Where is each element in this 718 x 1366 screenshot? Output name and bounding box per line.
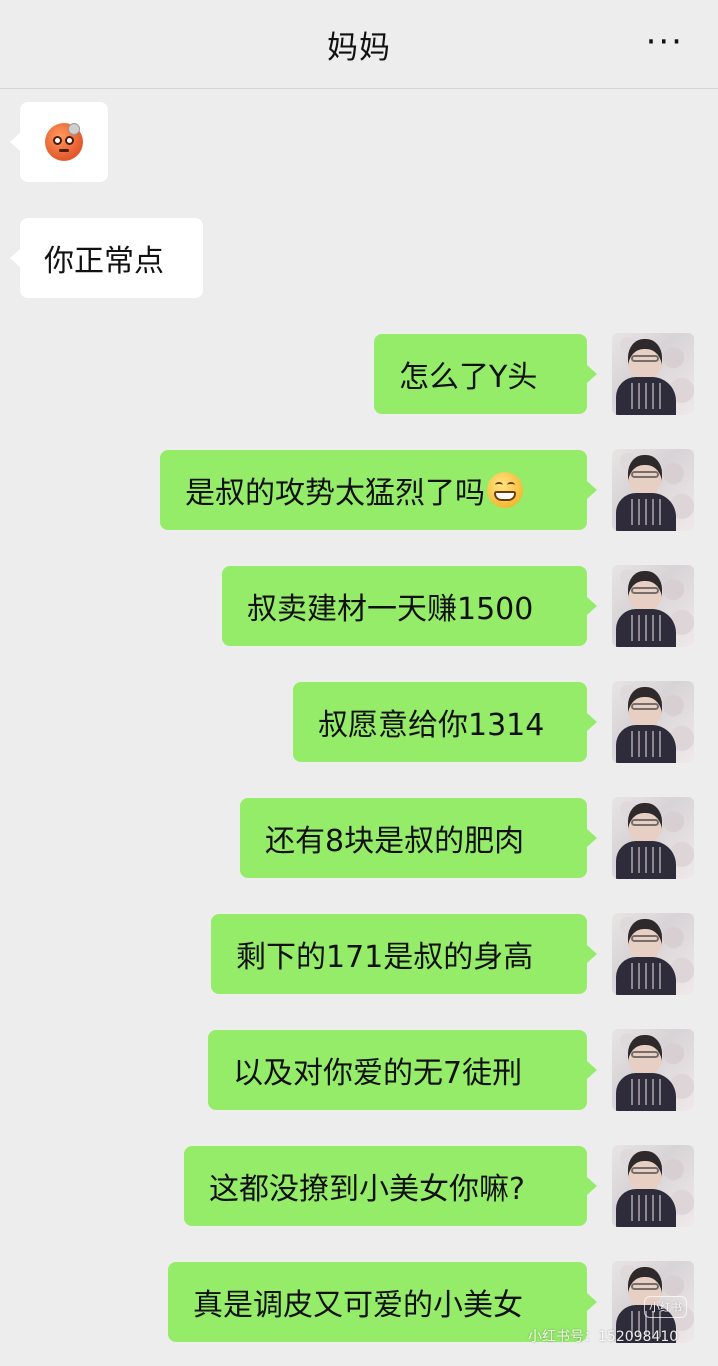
message-text: 剩下的171是叔的身高 (236, 940, 534, 975)
message-text: 叔卖建材一天赚1500 (247, 592, 534, 627)
bubble-tail (587, 1177, 597, 1195)
message-text: 真是调皮又可爱的小美女 (193, 1288, 523, 1323)
bubble-tail (587, 945, 597, 963)
message-text: 还有8块是叔的肥肉 (265, 824, 525, 859)
watermark-logo: 小红书 (644, 1296, 687, 1318)
chat-title: 妈妈 (327, 30, 391, 66)
message-bubble-outgoing[interactable]: 真是调皮又可爱的小美女 (168, 1262, 587, 1342)
message-text: 是叔的攻势太猛烈了吗 (185, 476, 485, 511)
avatar[interactable] (612, 449, 694, 531)
bubble-tail (10, 249, 20, 267)
message-bubble-incoming[interactable]: 你正常点 (20, 218, 203, 298)
avatar[interactable] (612, 333, 694, 415)
bubble-tail (587, 597, 597, 615)
chat-header: 妈妈 ··· (0, 0, 718, 89)
message-bubble-outgoing[interactable]: 以及对你爱的无7徒刑 (208, 1030, 587, 1110)
message-text: 你正常点 (44, 244, 164, 279)
message-bubble-outgoing[interactable]: 剩下的171是叔的身高 (211, 914, 587, 994)
bubble-tail (587, 1061, 597, 1079)
bubble-tail (587, 1293, 597, 1311)
watermark-text: 小红书号：152098410 (528, 1329, 679, 1345)
bubble-tail (10, 133, 20, 151)
message-bubble-outgoing[interactable]: 这都没撩到小美女你嘛? (184, 1146, 587, 1226)
avatar[interactable] (612, 565, 694, 647)
more-icon[interactable]: ··· (646, 22, 684, 62)
message-text: 怎么了Y头 (399, 360, 538, 395)
message-bubble-outgoing[interactable]: 叔愿意给你1314 (293, 682, 587, 762)
avatar[interactable] (612, 913, 694, 995)
avatar[interactable] (612, 797, 694, 879)
bubble-tail (587, 365, 597, 383)
bubble-tail (587, 481, 597, 499)
message-bubble-outgoing[interactable]: 是叔的攻势太猛烈了吗 (160, 450, 587, 530)
bubble-tail (587, 829, 597, 847)
message-bubble-outgoing[interactable]: 还有8块是叔的肥肉 (240, 798, 587, 878)
avatar[interactable] (612, 1145, 694, 1227)
message-bubble-incoming[interactable] (20, 102, 108, 182)
message-text: 以及对你爱的无7徒刑 (233, 1056, 523, 1091)
message-text: 叔愿意给你1314 (318, 708, 545, 743)
angry-face-emoji (45, 123, 83, 161)
message-bubble-outgoing[interactable]: 怎么了Y头 (374, 334, 587, 414)
bubble-tail (587, 713, 597, 731)
avatar[interactable] (612, 681, 694, 763)
avatar[interactable] (612, 1029, 694, 1111)
message-text: 这都没撩到小美女你嘛? (209, 1172, 525, 1207)
grinning-face-emoji (487, 472, 523, 508)
message-bubble-outgoing[interactable]: 叔卖建材一天赚1500 (222, 566, 587, 646)
